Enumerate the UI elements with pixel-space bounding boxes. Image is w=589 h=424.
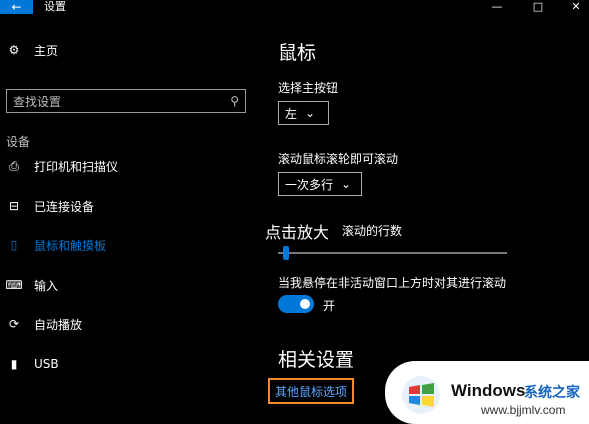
sidebar-item-home[interactable]: ⚙ 主页 — [6, 39, 58, 61]
primary-button-dropdown[interactable]: 左 ⌄ — [278, 101, 329, 125]
dropdown-value: 左 — [285, 106, 298, 121]
related-settings-heading: 相关设置 — [278, 349, 355, 371]
scroll-lines-label: 滚动的行数 — [342, 224, 403, 238]
scroll-wheel-dropdown[interactable]: 一次多行 ⌄ — [278, 172, 362, 196]
primary-button-label: 选择主按钮 — [278, 81, 339, 95]
windows-logo-icon — [402, 376, 440, 414]
sidebar-item-label: 已连接设备 — [34, 199, 95, 214]
scroll-lines-slider-thumb[interactable] — [283, 246, 289, 260]
sidebar-item-label: 鼠标和触摸板 — [34, 238, 107, 253]
sidebar-item-mouse-touchpad[interactable]: ▯ 鼠标和触摸板 — [6, 234, 106, 256]
sidebar-item-usb[interactable]: ▮ USB — [6, 353, 59, 375]
printer-icon: ⎙ — [9, 158, 19, 173]
autoplay-icon: ⟳ — [8, 317, 20, 331]
other-mouse-options-link[interactable]: 其他鼠标选项 — [275, 383, 347, 400]
search-placeholder: 查找设置 — [13, 94, 62, 109]
watermark-brand: Windows — [451, 381, 526, 400]
device-icon: ⊟ — [8, 199, 20, 213]
watermark: Windows 系统之家 www.bjjmlv.com — [385, 361, 589, 424]
scroll-wheel-label: 滚动鼠标滚轮即可滚动 — [278, 152, 399, 166]
dropdown-value: 一次多行 — [285, 177, 334, 192]
usb-icon: ▮ — [10, 357, 18, 371]
sidebar-item-autoplay[interactable]: ⟳ 自动播放 — [6, 313, 82, 335]
watermark-chinese: 系统之家 — [524, 385, 580, 401]
sidebar-item-connected-devices[interactable]: ⊟ 已连接设备 — [6, 195, 94, 217]
mouse-icon: ▯ — [10, 238, 18, 252]
toggle-knob — [300, 299, 310, 309]
sidebar: ⚙ 主页 查找设置 ⚲ 设备 ⎙ 打印机和扫描仪 ⊟ 已连接设备 ▯ 鼠标和触摸… — [0, 14, 260, 424]
highlight-box: 其他鼠标选项 — [268, 378, 354, 404]
inactive-scroll-toggle[interactable] — [278, 295, 314, 313]
gear-icon: ⚙ — [8, 43, 20, 57]
sidebar-item-label: USB — [34, 357, 59, 371]
sidebar-item-typing[interactable]: ⌨ 输入 — [5, 274, 59, 296]
inactive-scroll-label: 当我悬停在非活动窗口上方时对其进行滚动 — [278, 276, 507, 290]
sidebar-item-label: 打印机和扫描仪 — [34, 159, 119, 174]
sidebar-item-label: 自动播放 — [34, 317, 83, 332]
zoom-tooltip: 点击放大 — [262, 222, 333, 244]
sidebar-item-printers[interactable]: ⎙ 打印机和扫描仪 — [6, 155, 118, 177]
section-label-devices: 设备 — [6, 135, 31, 149]
watermark-url: www.bjjmlv.com — [481, 403, 566, 417]
scroll-lines-slider-track[interactable] — [278, 252, 507, 254]
sidebar-item-label: 输入 — [34, 278, 59, 293]
chevron-down-icon: ⌄ — [341, 177, 352, 191]
back-arrow-icon: ← — [11, 0, 22, 14]
search-icon: ⚲ — [230, 94, 239, 108]
back-button[interactable]: ← — [0, 0, 33, 14]
page-title: 鼠标 — [278, 42, 317, 64]
toggle-state-label: 开 — [323, 299, 336, 313]
sidebar-item-label: 主页 — [34, 43, 59, 58]
window-title: 设置 — [44, 0, 66, 13]
search-input[interactable]: 查找设置 ⚲ — [6, 89, 246, 113]
keyboard-icon: ⌨ — [5, 278, 23, 292]
chevron-down-icon: ⌄ — [305, 106, 316, 120]
